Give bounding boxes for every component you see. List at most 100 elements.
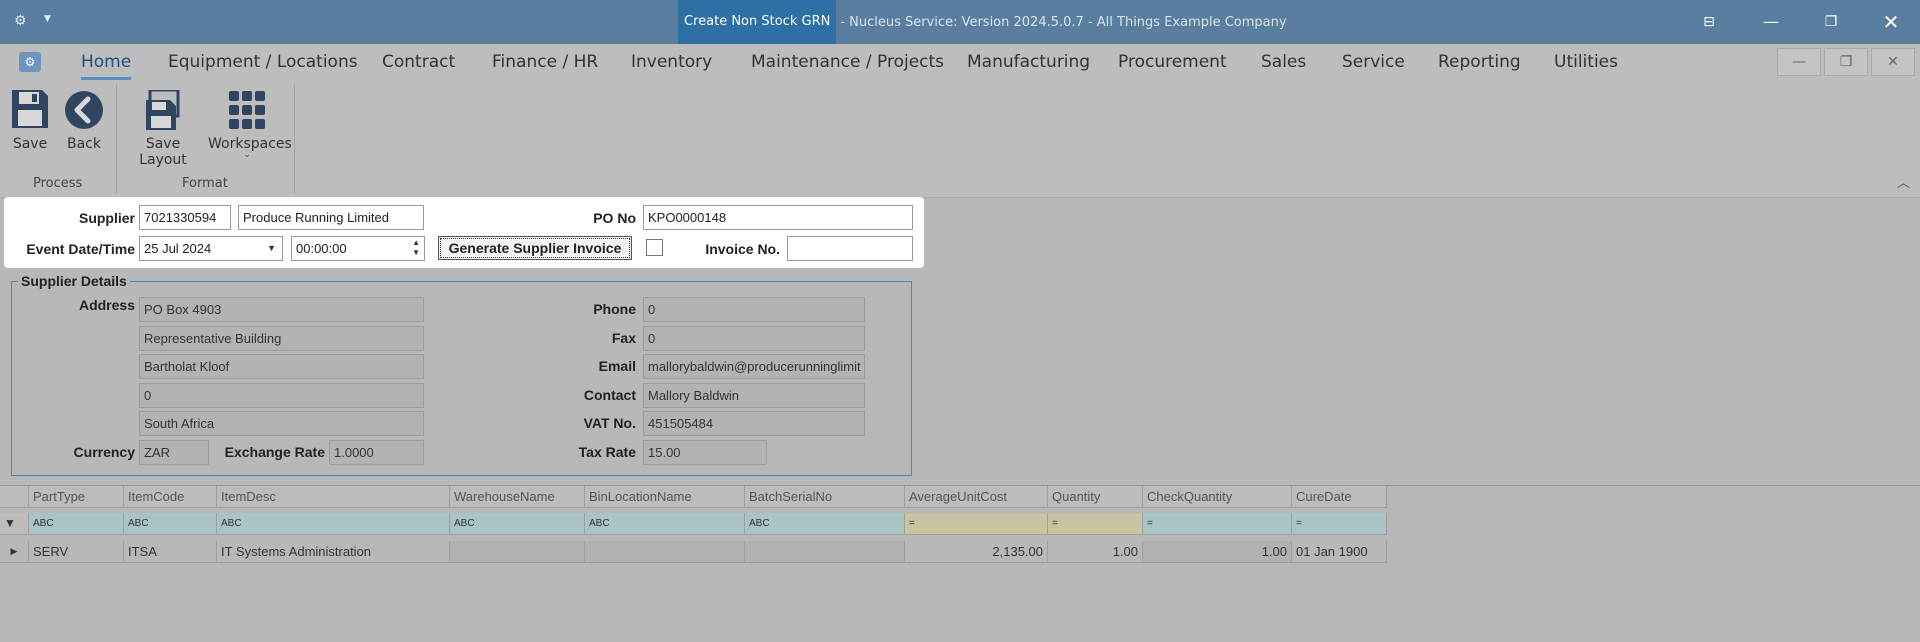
restore-icon[interactable]: ❐ (1808, 0, 1854, 44)
ribbon-panel: Save Back Process Save Layout Workspaces… (0, 80, 1920, 198)
cell-itemcode[interactable]: ITSA (124, 541, 217, 563)
cell-itemdesc[interactable]: IT Systems Administration (217, 541, 450, 563)
event-time-spinner[interactable]: 00:00:00 ▲ ▼ (291, 236, 425, 261)
filter-cell-curedate[interactable]: = (1292, 513, 1387, 535)
spinner-arrows-icon[interactable]: ▲ ▼ (412, 238, 420, 258)
address-line-4: 0 (139, 383, 424, 408)
cell-curedate[interactable]: 01 Jan 1900 (1292, 541, 1387, 563)
filter-cell-checkquantity[interactable]: = (1143, 513, 1292, 535)
tax-rate-field: 15.00 (643, 440, 767, 465)
settings-icon[interactable]: ⚙ (14, 13, 27, 29)
collapse-ribbon-icon[interactable]: ︿ (1897, 172, 1910, 191)
tab-contract[interactable]: Contract (382, 52, 455, 74)
tab-equipment-locations[interactable]: Equipment / Locations (168, 52, 358, 74)
supplier-name-field[interactable]: Produce Running Limited (238, 205, 424, 230)
filter-cell-quantity[interactable]: = (1048, 513, 1143, 535)
cell-parttype[interactable]: SERV (29, 541, 124, 563)
cell-averageunitcost[interactable]: 2,135.00 (905, 541, 1048, 563)
filter-cell-batchserialno[interactable]: ABC (745, 513, 905, 535)
save-layout-button[interactable]: Save Layout (122, 84, 204, 168)
cell-warehousename[interactable] (450, 541, 585, 563)
row-expand-icon[interactable]: ▶ (0, 541, 29, 563)
back-icon (65, 91, 103, 129)
ribbon-tabs: ⚙ Home Equipment / Locations Contract Fi… (0, 44, 1920, 80)
column-header-checkquantity[interactable]: CheckQuantity (1143, 486, 1292, 508)
filter-icon[interactable]: ▼ (0, 513, 29, 535)
tab-sales[interactable]: Sales (1261, 52, 1306, 74)
tab-inventory[interactable]: Inventory (631, 52, 712, 74)
save-button[interactable]: Save (10, 84, 50, 152)
column-header-averageunitcost[interactable]: AverageUnitCost (905, 486, 1048, 508)
address-label: Address (78, 297, 135, 313)
event-date-value: 25 Jul 2024 (144, 241, 212, 256)
ribbon-separator (294, 84, 295, 194)
email-field: mallorybaldwin@producerunninglimit (643, 354, 865, 379)
filter-cell-itemdesc[interactable]: ABC (217, 513, 450, 535)
fax-field: 0 (643, 326, 865, 351)
column-header-batchserialno[interactable]: BatchSerialNo (745, 486, 905, 508)
save-layout-label: Save Layout (139, 136, 187, 168)
grid-corner (0, 486, 29, 508)
items-grid: PartType ItemCode ItemDesc WarehouseName… (0, 485, 1920, 642)
save-icon (12, 90, 48, 128)
column-header-binlocationname[interactable]: BinLocationName (585, 486, 745, 508)
column-header-quantity[interactable]: Quantity (1048, 486, 1143, 508)
po-no-field[interactable]: KPO0000148 (643, 205, 913, 230)
column-header-itemcode[interactable]: ItemCode (124, 486, 217, 508)
workspaces-button[interactable]: Workspaces ⌄ (208, 84, 292, 160)
address-line-5: South Africa (139, 411, 424, 436)
event-date-dropdown[interactable]: 25 Jul 2024 ▼ (139, 236, 283, 261)
mdi-restore-icon[interactable]: ❐ (1824, 48, 1868, 76)
grid-icon (229, 91, 265, 129)
filter-cell-warehousename[interactable]: ABC (450, 513, 585, 535)
back-button[interactable]: Back (62, 84, 106, 152)
invoice-no-field[interactable] (787, 236, 913, 261)
close-icon[interactable]: ✕ (1868, 0, 1914, 44)
filter-cell-averageunitcost[interactable]: = (905, 513, 1048, 535)
chevron-down-icon[interactable]: ▼ (44, 14, 51, 24)
minimize-icon[interactable]: — (1748, 0, 1794, 44)
tab-utilities[interactable]: Utilities (1554, 52, 1618, 74)
tab-finance-hr[interactable]: Finance / HR (492, 52, 598, 74)
address-line-1: PO Box 4903 (139, 297, 424, 322)
app-menu-icon[interactable]: ⚙ (19, 52, 41, 72)
cell-batchserialno[interactable] (745, 541, 905, 563)
column-header-warehousename[interactable]: WarehouseName (450, 486, 585, 508)
filter-cell-parttype[interactable]: ABC (29, 513, 124, 535)
column-header-parttype[interactable]: PartType (29, 486, 124, 508)
cell-quantity[interactable]: 1.00 (1048, 541, 1143, 563)
filter-cell-binlocationname[interactable]: ABC (585, 513, 745, 535)
generate-invoice-checkbox[interactable] (646, 239, 663, 256)
vat-no-label: VAT No. (583, 415, 636, 431)
save-layout-icon (146, 90, 180, 130)
tab-home[interactable]: Home (81, 52, 132, 80)
tab-reporting[interactable]: Reporting (1438, 52, 1521, 74)
title-bar: ⚙ ▼ Create Non Stock GRN - Nucleus Servi… (0, 0, 1920, 44)
currency-field: ZAR (139, 440, 209, 465)
mdi-close-icon[interactable]: ✕ (1871, 48, 1915, 76)
save-label: Save (12, 136, 48, 152)
cell-binlocationname[interactable] (585, 541, 745, 563)
phone-field: 0 (643, 297, 865, 322)
tab-maintenance-projects[interactable]: Maintenance / Projects (751, 52, 944, 74)
layout-icon[interactable]: ⊟ (1686, 0, 1732, 44)
tab-service[interactable]: Service (1342, 52, 1405, 74)
fax-label: Fax (611, 330, 636, 346)
ribbon-separator (116, 84, 117, 194)
mdi-minimize-icon[interactable]: — (1777, 48, 1821, 76)
filter-cell-itemcode[interactable]: ABC (124, 513, 217, 535)
supplier-code-field[interactable]: 7021330594 (139, 205, 231, 230)
column-header-curedate[interactable]: CureDate (1292, 486, 1387, 508)
event-datetime-label: Event Date/Time (26, 241, 135, 257)
column-header-itemdesc[interactable]: ItemDesc (217, 486, 450, 508)
address-line-3: Bartholat Kloof (139, 354, 424, 379)
generate-supplier-invoice-button[interactable]: Generate Supplier Invoice (438, 236, 632, 260)
tab-manufacturing[interactable]: Manufacturing (967, 52, 1090, 74)
window-title-rest: - Nucleus Service: Version 2024.5.0.7 - … (840, 14, 1287, 30)
po-no-label: PO No (593, 210, 636, 226)
supplier-details-title: Supplier Details (18, 273, 130, 289)
chevron-down-icon[interactable]: ▼ (267, 237, 276, 260)
cell-checkquantity[interactable]: 1.00 (1143, 541, 1292, 563)
tab-procurement[interactable]: Procurement (1118, 52, 1227, 74)
contact-field: Mallory Baldwin (643, 383, 865, 408)
